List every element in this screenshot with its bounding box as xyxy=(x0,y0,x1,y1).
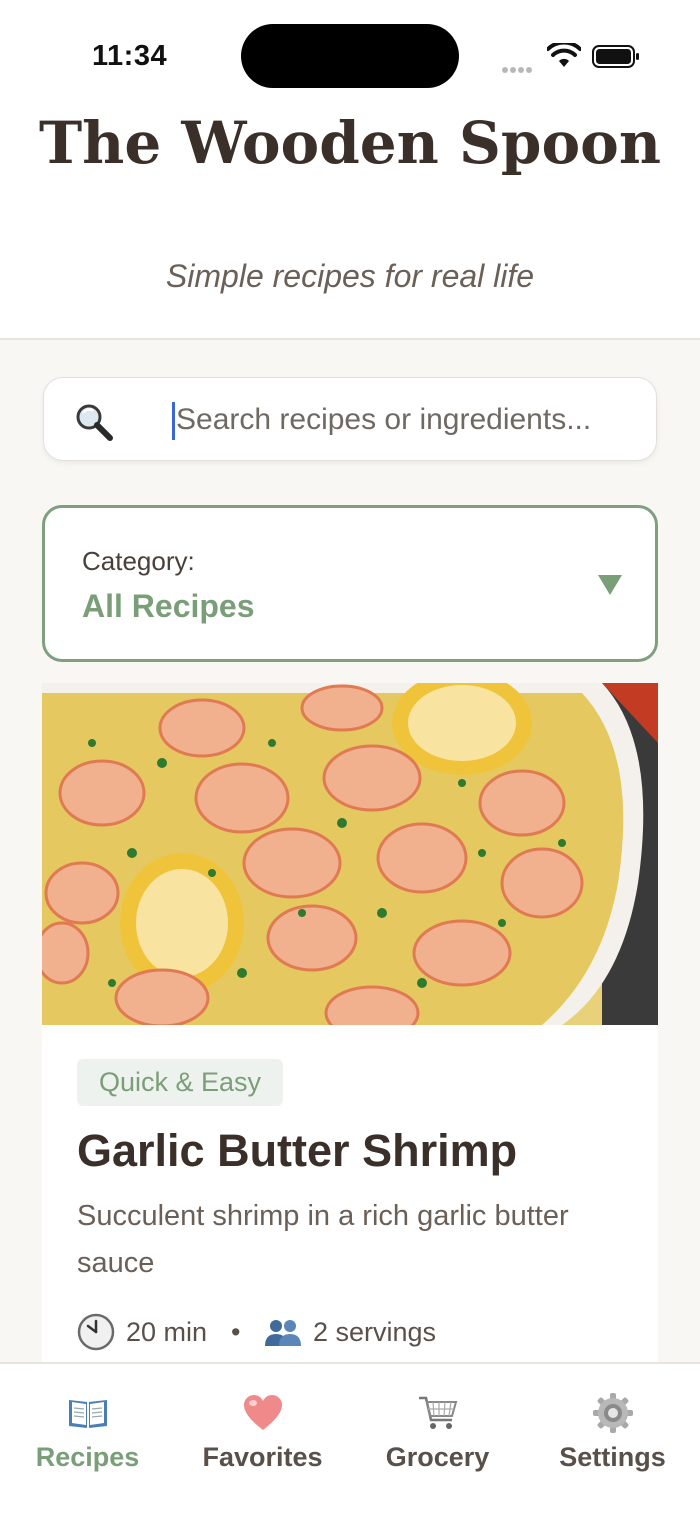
recipe-description: Succulent shrimp in a rich garlic butter… xyxy=(77,1200,569,1279)
search-icon xyxy=(76,404,113,441)
tab-settings[interactable]: Settings xyxy=(525,1364,700,1514)
recipe-time: 20 min xyxy=(126,1317,208,1347)
clock-icon xyxy=(77,1313,115,1351)
category-label: Category: xyxy=(82,546,195,576)
tab-favorites[interactable]: Favorites xyxy=(175,1364,350,1514)
cart-icon xyxy=(419,1396,458,1429)
search-input[interactable] xyxy=(176,394,636,446)
category-dropdown[interactable]: Category: All Recipes xyxy=(42,505,658,662)
recipe-card[interactable]: Quick & Easy Garlic Butter Shrimp Succul… xyxy=(42,683,658,1373)
status-bar: 11:34 xyxy=(0,0,700,110)
gear-icon xyxy=(593,1393,633,1433)
wifi-icon xyxy=(547,43,581,67)
battery-icon xyxy=(592,45,639,68)
app-title: The Wooden Spoon xyxy=(39,109,661,177)
text-cursor xyxy=(172,402,175,440)
tab-label-settings: Settings xyxy=(559,1442,666,1472)
recipe-title: Garlic Butter Shrimp xyxy=(77,1125,518,1176)
book-icon xyxy=(69,1400,107,1428)
meta-separator: • xyxy=(231,1317,241,1347)
recipe-image xyxy=(42,683,658,1025)
app-header: 11:34 The Wooden Spoon Simple recipes fo… xyxy=(0,0,700,340)
triangle-down-icon xyxy=(598,575,622,595)
people-icon xyxy=(265,1320,301,1346)
tab-label-favorites: Favorites xyxy=(202,1442,323,1472)
recipe-servings: 2 servings xyxy=(313,1317,437,1347)
tab-label-grocery: Grocery xyxy=(385,1442,490,1472)
heart-icon xyxy=(244,1395,282,1430)
cellular-signal-icon xyxy=(502,60,534,78)
dynamic-island xyxy=(241,24,459,88)
tab-bar: Recipes Favorites Grocery Settings xyxy=(0,1362,700,1514)
tab-grocery[interactable]: Grocery xyxy=(350,1364,525,1514)
status-time: 11:34 xyxy=(92,40,168,72)
tab-label-recipes: Recipes xyxy=(35,1442,140,1472)
tab-recipes[interactable]: Recipes xyxy=(0,1364,175,1514)
app-tagline: Simple recipes for real life xyxy=(165,258,535,294)
category-selected-value: All Recipes xyxy=(82,588,255,624)
recipe-category-tag: Quick & Easy xyxy=(77,1059,284,1106)
search-bar[interactable] xyxy=(43,377,657,461)
